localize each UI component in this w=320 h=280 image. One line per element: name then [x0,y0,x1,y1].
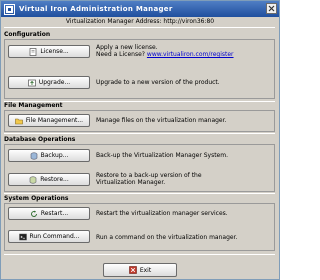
license-desc-line1: Apply a new license. [96,44,158,51]
license-button[interactable]: License... [8,45,90,58]
file-management-button-label: File Management... [25,117,84,124]
separator [4,193,275,194]
backup-icon [30,152,38,160]
separator [4,133,275,134]
license-desc-line2: Need a License? www.virtualiron.com/regi… [96,51,276,58]
folder-icon [15,117,23,125]
file-management-button[interactable]: File Management... [8,114,90,127]
license-icon [29,47,37,56]
exit-button-label: Exit [139,266,152,274]
window-title: Virtual Iron Administration Manager [19,5,173,13]
file-management-description: Manage files on the virtualization manag… [96,117,227,124]
upgrade-description: Upgrade to a new version of the product. [96,79,220,86]
restore-button-label: Restore... [40,176,69,183]
register-link[interactable]: www.virtualiron.com/register [147,51,234,58]
separator [4,254,275,255]
address-label: Virtualization Manager Address: [65,18,162,25]
backup-description: Back-up the Virtualization Manager Syste… [96,152,228,159]
restore-desc-line2: Virtualization Manager. [96,179,166,186]
restore-desc-line1: Restore to a back-up version of the [96,172,202,179]
address-line: Virtualization Manager Address: http://v… [1,18,279,25]
license-button-label: License... [40,48,69,55]
file-management-title: File Management [4,102,63,109]
run-command-icon [18,233,27,241]
upgrade-button[interactable]: Upgrade... [8,76,90,89]
run-command-description: Run a command on the virtualization mana… [96,234,238,241]
restart-button[interactable]: Restart... [8,207,90,220]
system-operations-title: System Operations [4,195,69,202]
exit-icon [129,266,137,274]
app-icon [4,3,15,15]
restart-description: Restart the virtualization manager servi… [96,210,228,217]
upgrade-button-label: Upgrade... [38,79,71,86]
restart-icon [30,210,38,218]
database-operations-title: Database Operations [4,136,76,143]
close-icon[interactable] [266,3,277,14]
restore-button[interactable]: Restore... [8,173,90,186]
upgrade-icon [27,79,36,87]
run-command-button[interactable]: Run Command... [8,230,90,243]
address-value: http://viron36:80 [163,18,215,25]
run-command-button-label: Run Command... [29,233,80,240]
backup-button-label: Backup... [40,152,69,159]
restore-icon [29,176,37,184]
separator [4,27,275,28]
license-description: Apply a new license. Need a License? www… [96,44,276,58]
restart-button-label: Restart... [40,210,69,217]
configuration-title: Configuration [4,31,51,38]
license-desc-prefix: Need a License? [96,51,145,58]
title-bar[interactable]: Virtual Iron Administration Manager [1,1,279,17]
exit-button[interactable]: Exit [103,263,177,277]
backup-button[interactable]: Backup... [8,149,90,162]
main-window: Virtual Iron Administration Manager Virt… [0,0,280,280]
restore-description: Restore to a back-up version of the Virt… [96,172,276,186]
